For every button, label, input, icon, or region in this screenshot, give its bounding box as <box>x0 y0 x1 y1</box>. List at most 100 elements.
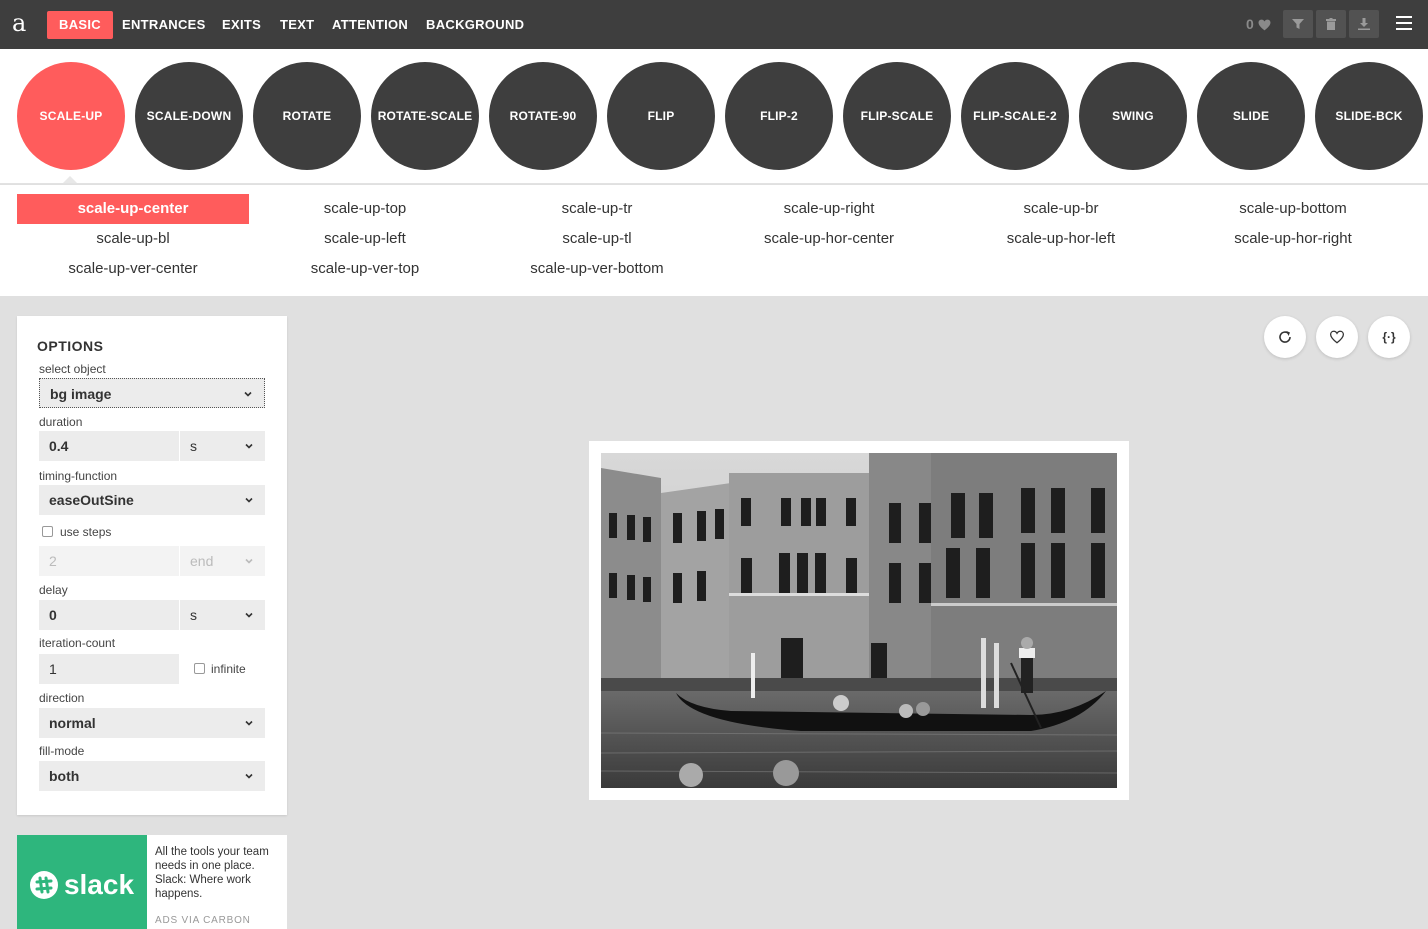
variant-item[interactable]: scale-up-hor-left <box>945 224 1177 254</box>
venice-gondola-photo <box>601 453 1117 788</box>
variant-item[interactable]: scale-up-br <box>945 194 1177 224</box>
direction-label: direction <box>39 691 85 705</box>
generate-code-button[interactable]: {·} <box>1368 316 1410 358</box>
direction-value: normal <box>49 715 96 731</box>
iteration-count-input[interactable]: 1 <box>39 654 179 684</box>
steps-position-dropdown: end <box>180 546 265 576</box>
slack-brand-text: slack <box>63 869 135 900</box>
variant-list: scale-up-center scale-up-top scale-up-tr… <box>0 185 1428 296</box>
timing-function-value: easeOutSine <box>49 492 134 508</box>
infinite-checkbox[interactable] <box>194 663 205 674</box>
steps-input: 2 <box>39 546 179 576</box>
select-object-label: select object <box>39 362 106 376</box>
timing-function-dropdown[interactable]: easeOutSine <box>39 485 265 515</box>
duration-unit-dropdown[interactable]: s <box>180 431 265 461</box>
chevron-down-icon <box>245 612 253 618</box>
active-category-pointer <box>63 176 77 183</box>
delay-unit-dropdown[interactable]: s <box>180 600 265 630</box>
slack-hash-icon <box>29 871 58 899</box>
tab-attention[interactable]: ATTENTION <box>320 11 420 39</box>
preview-frame <box>589 441 1129 800</box>
options-panel: OPTIONS select object bg image duration … <box>17 316 287 815</box>
fill-mode-dropdown[interactable]: both <box>39 761 265 791</box>
direction-dropdown[interactable]: normal <box>39 708 265 738</box>
chevron-down-icon <box>245 558 253 564</box>
code-icon: {·} <box>1382 330 1396 344</box>
filter-button[interactable] <box>1283 10 1313 38</box>
replay-button[interactable] <box>1264 316 1306 358</box>
logo[interactable]: a <box>12 8 26 38</box>
variant-item[interactable]: scale-up-tr <box>481 194 713 224</box>
options-title: OPTIONS <box>37 338 104 354</box>
category-scale-down[interactable]: SCALE-DOWN <box>135 62 243 170</box>
chevron-down-icon <box>245 443 253 449</box>
chevron-down-icon <box>244 391 252 397</box>
category-row: SCALE-UP SCALE-DOWN ROTATE ROTATE-SCALE … <box>0 49 1428 184</box>
duration-input[interactable]: 0.4 <box>39 431 179 461</box>
photo-illustration <box>601 453 1117 788</box>
iteration-count-label: iteration-count <box>39 636 116 650</box>
download-button[interactable] <box>1349 10 1379 38</box>
chevron-down-icon <box>245 720 253 726</box>
select-object-value: bg image <box>50 386 112 402</box>
fill-mode-label: fill-mode <box>39 744 85 758</box>
variant-item[interactable]: scale-up-left <box>249 224 481 254</box>
category-scale-up[interactable]: SCALE-UP <box>17 62 125 170</box>
variant-item[interactable]: scale-up-ver-bottom <box>481 254 713 284</box>
select-object-dropdown[interactable]: bg image <box>39 378 265 408</box>
favorites-count: 0 <box>1246 16 1254 32</box>
slack-logo[interactable]: slack <box>17 835 147 929</box>
delete-button[interactable] <box>1316 10 1346 38</box>
delay-input[interactable]: 0 <box>39 600 179 630</box>
hamburger-menu-icon[interactable] <box>1396 16 1412 30</box>
favorites-counter[interactable]: 0 <box>1246 16 1271 32</box>
category-swing[interactable]: SWING <box>1079 62 1187 170</box>
use-steps-label: use steps <box>60 525 112 539</box>
filter-icon <box>1292 19 1304 29</box>
tab-text[interactable]: TEXT <box>268 11 326 39</box>
category-flip-2[interactable]: FLIP-2 <box>725 62 833 170</box>
variant-item[interactable]: scale-up-ver-top <box>249 254 481 284</box>
category-rotate[interactable]: ROTATE <box>253 62 361 170</box>
category-rotate-90[interactable]: ROTATE-90 <box>489 62 597 170</box>
steps-position-value: end <box>190 553 214 569</box>
delay-label: delay <box>39 583 68 597</box>
refresh-icon <box>1279 331 1291 343</box>
duration-unit-value: s <box>190 438 197 454</box>
infinite-label: infinite <box>211 662 246 676</box>
download-icon <box>1358 18 1370 30</box>
variant-item[interactable]: scale-up-ver-center <box>17 254 249 284</box>
category-rotate-scale[interactable]: ROTATE-SCALE <box>371 62 479 170</box>
variant-item[interactable]: scale-up-center <box>17 194 249 224</box>
delay-unit-value: s <box>190 607 197 623</box>
variant-item[interactable]: scale-up-tl <box>481 224 713 254</box>
ad-description[interactable]: All the tools your team needs in one pla… <box>155 845 281 901</box>
use-steps-checkbox[interactable] <box>42 526 53 537</box>
tab-exits[interactable]: EXITS <box>210 11 273 39</box>
timing-function-label: timing-function <box>39 469 118 483</box>
tab-entrances[interactable]: ENTRANCES <box>110 11 218 39</box>
variant-item[interactable]: scale-up-bl <box>17 224 249 254</box>
top-bar: a BASIC ENTRANCES EXITS TEXT ATTENTION B… <box>0 0 1428 49</box>
ad-via-carbon[interactable]: ADS VIA CARBON <box>155 915 251 926</box>
category-flip-scale[interactable]: FLIP-SCALE <box>843 62 951 170</box>
category-flip[interactable]: FLIP <box>607 62 715 170</box>
variant-item[interactable]: scale-up-hor-right <box>1177 224 1409 254</box>
variant-item[interactable]: scale-up-top <box>249 194 481 224</box>
heart-icon <box>1258 19 1271 31</box>
chevron-down-icon <box>245 773 253 779</box>
trash-icon <box>1326 18 1336 30</box>
tab-basic[interactable]: BASIC <box>47 11 113 39</box>
variant-item[interactable]: scale-up-hor-center <box>713 224 945 254</box>
category-slide[interactable]: SLIDE <box>1197 62 1305 170</box>
category-flip-scale-2[interactable]: FLIP-SCALE-2 <box>961 62 1069 170</box>
duration-label: duration <box>39 415 83 429</box>
chevron-down-icon <box>245 497 253 503</box>
variant-item[interactable]: scale-up-right <box>713 194 945 224</box>
tab-background[interactable]: BACKGROUND <box>414 11 536 39</box>
category-slide-bck[interactable]: SLIDE-BCK <box>1315 62 1423 170</box>
favorite-button[interactable] <box>1316 316 1358 358</box>
carbon-ad[interactable]: slack All the tools your team needs in o… <box>17 835 287 929</box>
fill-mode-value: both <box>49 768 80 784</box>
variant-item[interactable]: scale-up-bottom <box>1177 194 1409 224</box>
